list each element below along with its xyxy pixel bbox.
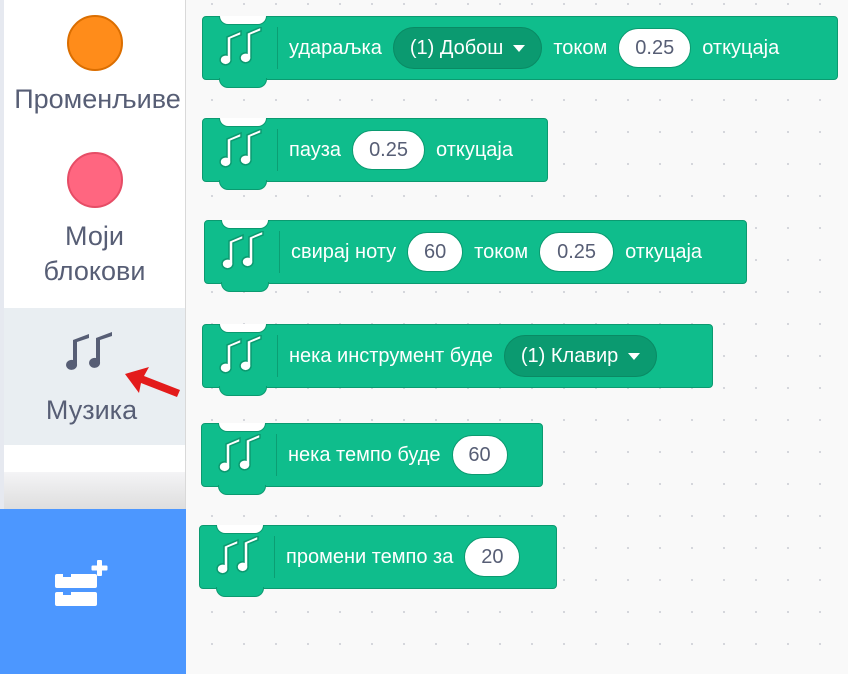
add-extension-button[interactable]: [0, 509, 186, 674]
category-variables-label: Променљиве: [14, 84, 181, 114]
play-drum-block[interactable]: удараљка (1) Добош током 0.25 откуцаја: [202, 16, 838, 88]
sidebar-scroll-shadow: [4, 472, 185, 509]
music-notes-icon: [212, 534, 266, 580]
block-text: откуцаја: [436, 138, 513, 161]
block-text: нека инструмент буде: [289, 344, 493, 367]
tempo-change-input[interactable]: 20: [464, 537, 521, 577]
add-extension-icon: [55, 560, 117, 621]
block-text: откуцаја: [625, 240, 703, 263]
script-workspace[interactable]: удараљка (1) Добош током 0.25 откуцаја п…: [186, 0, 848, 674]
drum-dropdown-value: (1) Добош: [409, 36, 504, 59]
beats-input[interactable]: 0.25: [618, 28, 692, 68]
block-text: промени темпо за: [286, 545, 454, 568]
block-text: откуцаја: [702, 36, 780, 59]
red-pointer-arrow-icon: [125, 367, 180, 397]
instrument-dropdown-value: (1) Клавир: [520, 344, 619, 367]
note-input[interactable]: 60: [407, 232, 464, 272]
block-text: пауза: [289, 138, 342, 161]
music-notes-icon: [215, 25, 269, 71]
beats-input[interactable]: 0.25: [539, 232, 615, 272]
caret-down-icon: [628, 352, 641, 360]
music-notes-icon: [63, 332, 113, 381]
music-notes-icon: [217, 229, 271, 275]
caret-down-icon: [513, 44, 526, 52]
category-my-blocks[interactable]: Моји блокови: [4, 151, 185, 291]
block-text: нека темпо буде: [288, 443, 441, 466]
category-my-blocks-label-line2: блокови: [43, 256, 146, 286]
block-text: током: [553, 36, 608, 59]
drum-dropdown[interactable]: (1) Добош: [392, 27, 543, 69]
play-note-block[interactable]: свирај ноту 60 током 0.25 откуцаја: [204, 220, 747, 292]
instrument-dropdown[interactable]: (1) Клавир: [503, 335, 658, 377]
block-text: свирај ноту: [291, 240, 397, 263]
set-tempo-block[interactable]: нека темпо буде 60: [201, 423, 543, 495]
music-notes-icon: [215, 333, 269, 379]
tempo-input[interactable]: 60: [451, 435, 508, 475]
beats-input[interactable]: 0.25: [352, 130, 426, 170]
music-notes-icon: [215, 127, 269, 173]
music-notes-icon: [214, 432, 268, 478]
category-my-blocks-label-line1: Моји: [65, 221, 124, 251]
block-text: удараљка: [289, 36, 382, 59]
my-blocks-color-dot: [66, 152, 123, 208]
block-text: током: [474, 240, 529, 263]
variables-color-dot: [66, 15, 123, 71]
change-tempo-block[interactable]: промени темпо за 20: [199, 525, 557, 597]
category-variables[interactable]: Променљиве: [4, 14, 185, 124]
set-instrument-block[interactable]: нека инструмент буде (1) Клавир: [202, 324, 713, 396]
category-sidebar: Променљиве Моји блокови Музика: [0, 0, 186, 674]
rest-block[interactable]: пауза 0.25 откуцаја: [202, 118, 548, 190]
